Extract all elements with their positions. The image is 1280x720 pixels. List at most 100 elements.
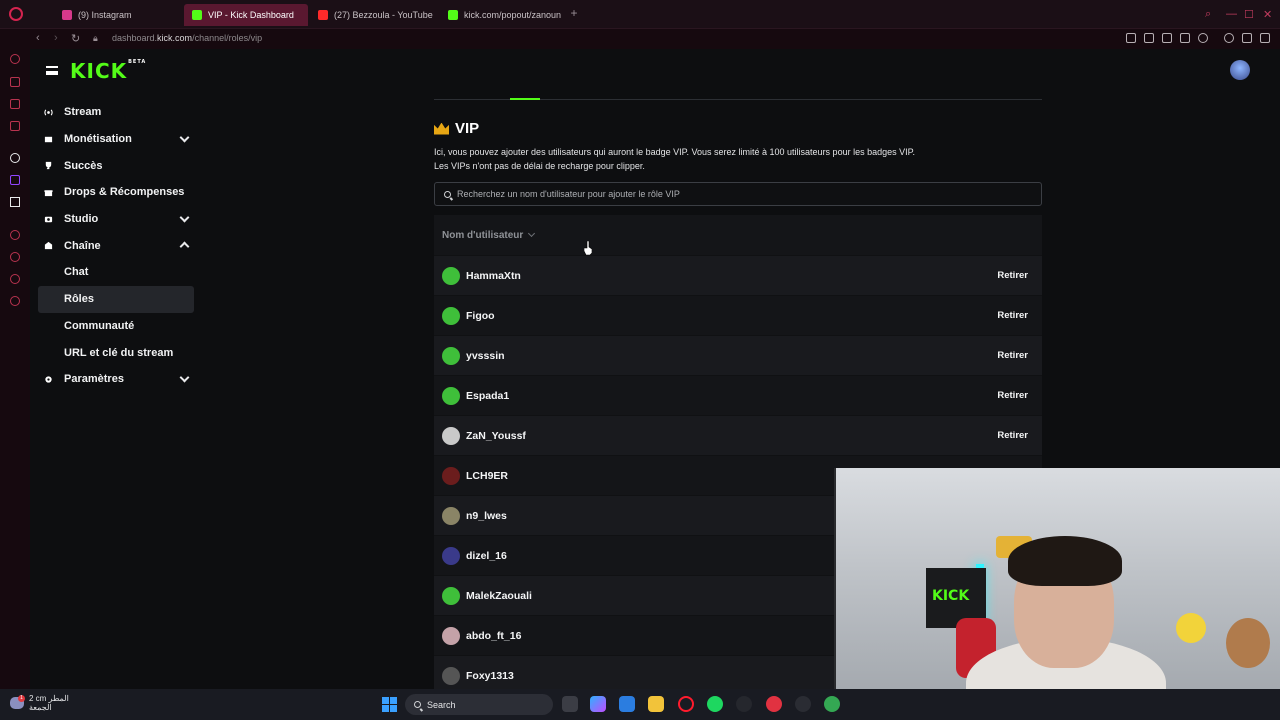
minimize-icon[interactable]: — bbox=[1226, 8, 1237, 20]
windows-start-icon[interactable] bbox=[382, 697, 397, 712]
sidebar-item-studio[interactable]: Studio bbox=[38, 206, 194, 233]
menu-icon[interactable] bbox=[1260, 33, 1270, 43]
tab-youtube[interactable]: (27) Bezzoula - YouTube bbox=[310, 4, 438, 26]
remove-vip-button[interactable]: Retirer bbox=[991, 346, 1034, 365]
user-avatar bbox=[442, 386, 460, 405]
remove-vip-button[interactable]: Retirer bbox=[991, 306, 1034, 325]
player-icon[interactable] bbox=[10, 230, 20, 240]
chevron-down-icon[interactable] bbox=[179, 212, 190, 223]
opera-logo-icon[interactable] bbox=[9, 7, 23, 21]
valorant-icon[interactable] bbox=[766, 696, 782, 712]
copilot-icon[interactable] bbox=[590, 696, 606, 712]
tab-kick-dashboard[interactable]: VIP - Kick Dashboard bbox=[184, 4, 308, 26]
username: HammaXtn bbox=[466, 269, 521, 282]
sidebar-item-label: Drops & Récompenses bbox=[64, 186, 185, 199]
close-icon[interactable]: ✕ bbox=[1263, 8, 1272, 21]
sort-chevron-icon[interactable] bbox=[528, 229, 536, 238]
task-view-icon[interactable] bbox=[562, 696, 578, 712]
settings-icon[interactable] bbox=[10, 296, 20, 306]
weather-widget[interactable]: 1 2 cm المطر الجمعة bbox=[10, 694, 69, 712]
arc-icon[interactable] bbox=[10, 153, 20, 163]
vip-search-box[interactable] bbox=[434, 182, 1042, 206]
instagram-rail-icon[interactable] bbox=[10, 121, 20, 131]
sidebar-item-stream[interactable]: Stream bbox=[38, 99, 194, 126]
username: ZaN_Youssf bbox=[466, 429, 526, 442]
remove-vip-button[interactable]: Retirer bbox=[991, 386, 1034, 405]
heart-icon[interactable] bbox=[1198, 33, 1208, 43]
play-icon[interactable] bbox=[1180, 33, 1190, 43]
sidebar-item-succes[interactable]: Succès bbox=[38, 152, 194, 179]
twitch-icon[interactable] bbox=[10, 175, 20, 185]
active-tab-indicator bbox=[510, 98, 540, 100]
username: yvsssin bbox=[466, 349, 505, 362]
account-icon[interactable] bbox=[1224, 33, 1234, 43]
remove-vip-button[interactable]: Retirer bbox=[991, 266, 1034, 285]
opera-taskbar-icon[interactable] bbox=[678, 696, 694, 712]
spotify-icon[interactable] bbox=[707, 696, 723, 712]
sidebar-item-chat[interactable]: Chat bbox=[38, 259, 194, 286]
chrome-icon[interactable] bbox=[824, 696, 840, 712]
messenger-icon[interactable] bbox=[10, 99, 20, 109]
hamburger-menu-icon[interactable] bbox=[46, 66, 58, 75]
cube-icon[interactable] bbox=[10, 274, 20, 284]
sidebar-item-label: Monétisation bbox=[64, 133, 132, 146]
username: Figoo bbox=[466, 309, 495, 322]
app-icon[interactable] bbox=[736, 696, 752, 712]
notification-badge: 1 bbox=[18, 695, 25, 702]
snapshot-icon[interactable] bbox=[1144, 33, 1154, 43]
kick-sign-text: KICK bbox=[932, 588, 970, 604]
sidebar-item-label: Chat bbox=[64, 266, 89, 279]
forward-icon[interactable]: › bbox=[54, 32, 58, 44]
page-description: Ici, vous pouvez ajouter des utilisateur… bbox=[434, 145, 1042, 173]
camera-icon bbox=[44, 216, 53, 222]
chevron-down-icon[interactable] bbox=[179, 372, 190, 383]
download-icon[interactable] bbox=[1242, 33, 1252, 43]
pin-icon[interactable] bbox=[1126, 33, 1136, 43]
tab-label: kick.com/popout/zanoun bbox=[464, 10, 562, 20]
bag-icon[interactable] bbox=[10, 77, 20, 87]
username: Espada1 bbox=[466, 389, 510, 402]
sidebar-item-stream-url-key[interactable]: URL et clé du stream bbox=[38, 339, 194, 366]
sidebar-item-label: Rôles bbox=[64, 293, 94, 306]
maximize-icon[interactable]: ☐ bbox=[1244, 8, 1254, 21]
tab-label: (27) Bezzoula - YouTube bbox=[334, 10, 433, 20]
sidebar-item-drops[interactable]: Drops & Récompenses bbox=[38, 179, 194, 206]
reload-icon[interactable]: ↻ bbox=[71, 32, 80, 45]
steam-icon[interactable] bbox=[795, 696, 811, 712]
gift-icon bbox=[44, 190, 53, 197]
sidebar-item-communaute[interactable]: Communauté bbox=[38, 313, 194, 340]
tab-label: VIP - Kick Dashboard bbox=[208, 10, 294, 20]
kick-logo[interactable]: KICKBETA bbox=[70, 59, 146, 83]
chevron-down-icon[interactable] bbox=[179, 132, 190, 143]
column-header-username[interactable]: Nom d'utilisateur bbox=[442, 230, 523, 241]
shield-icon[interactable] bbox=[1162, 33, 1172, 43]
user-avatar bbox=[442, 666, 460, 685]
sidebar-item-roles[interactable]: Rôles bbox=[38, 285, 194, 313]
tab-kick-popout[interactable]: kick.com/popout/zanoun bbox=[440, 4, 562, 26]
search-tabs-icon[interactable]: ⌕ bbox=[1205, 8, 1211, 21]
history-icon[interactable] bbox=[10, 54, 20, 64]
back-icon[interactable]: ‹ bbox=[36, 32, 40, 44]
sidebar-item-monetisation[interactable]: Monétisation bbox=[38, 126, 194, 153]
sidebar-item-parametres[interactable]: Paramètres bbox=[38, 366, 194, 393]
remove-vip-button[interactable]: Retirer bbox=[991, 426, 1034, 445]
lock-icon: 🔒︎ bbox=[93, 33, 98, 43]
taskbar-search[interactable]: Search bbox=[405, 694, 553, 715]
chevron-up-icon[interactable] bbox=[179, 241, 190, 252]
url-field[interactable]: dashboard.kick.com/channel/roles/vip bbox=[112, 33, 262, 43]
table-row: HammaXtn Retirer bbox=[434, 255, 1042, 295]
description-line-1: Ici, vous pouvez ajouter des utilisateur… bbox=[434, 147, 915, 157]
table-header[interactable]: Nom d'utilisateur bbox=[434, 215, 1042, 255]
x-icon[interactable] bbox=[10, 197, 20, 207]
new-tab-icon[interactable]: + bbox=[568, 7, 580, 19]
page-title: VIP bbox=[434, 120, 1042, 137]
vip-search-input[interactable] bbox=[457, 189, 1041, 199]
sidebar-item-chaine[interactable]: Chaîne bbox=[38, 232, 194, 259]
user-avatar[interactable] bbox=[1230, 60, 1250, 80]
clock-icon[interactable] bbox=[10, 252, 20, 262]
file-explorer-icon[interactable] bbox=[648, 696, 664, 712]
store-icon[interactable] bbox=[619, 696, 635, 712]
tab-instagram[interactable]: (9) Instagram bbox=[54, 4, 180, 26]
url-domain: kick.com bbox=[157, 33, 193, 43]
instagram-icon bbox=[62, 10, 72, 20]
